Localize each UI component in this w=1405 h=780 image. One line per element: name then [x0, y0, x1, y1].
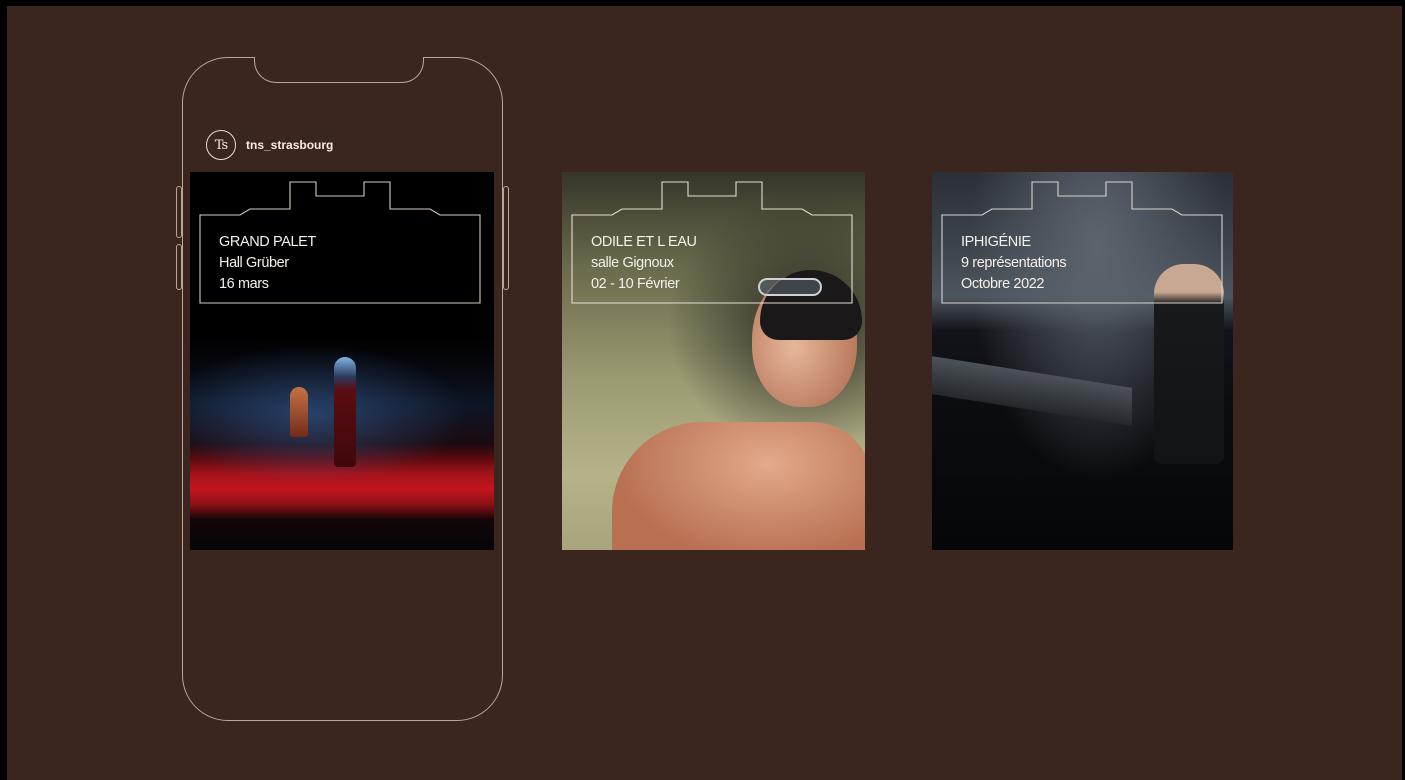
phone-side-button-right [503, 186, 509, 290]
poster-grand-palet[interactable]: GRAND PALET Hall Grüber 16 mars [190, 172, 494, 550]
tns-logo-avatar[interactable]: Ts [206, 130, 236, 160]
show-date: 02 - 10 Février [591, 276, 680, 292]
show-title: ODILE ET L EAU [591, 234, 697, 250]
show-venue: 9 représentations [961, 255, 1067, 271]
show-title: IPHIGÉNIE [961, 234, 1031, 250]
swimmer-body [612, 422, 865, 550]
instagram-account-header[interactable]: Ts tns_strasbourg [206, 130, 333, 160]
phone-side-button-left-bottom [176, 244, 182, 290]
account-handle[interactable]: tns_strasbourg [246, 138, 333, 152]
show-venue: Hall Grüber [219, 255, 289, 271]
poster-caption: IPHIGÉNIE 9 représentations Octobre 2022 [961, 232, 1067, 295]
poster-caption: ODILE ET L EAU salle Gignoux 02 - 10 Fév… [591, 232, 697, 295]
show-title: GRAND PALET [219, 234, 316, 250]
poster-caption: GRAND PALET Hall Grüber 16 mars [219, 232, 316, 295]
seated-performer [290, 387, 308, 437]
phone-side-button-left-top [176, 186, 182, 238]
walking-performer [334, 357, 356, 467]
show-venue: salle Gignoux [591, 255, 674, 271]
show-date: Octobre 2022 [961, 276, 1045, 292]
poster-iphigenie[interactable]: IPHIGÉNIE 9 représentations Octobre 2022 [932, 172, 1233, 550]
phone-notch [254, 57, 424, 83]
show-date: 16 mars [219, 276, 269, 292]
poster-odile-et-l-eau[interactable]: ODILE ET L EAU salle Gignoux 02 - 10 Fév… [562, 172, 865, 550]
